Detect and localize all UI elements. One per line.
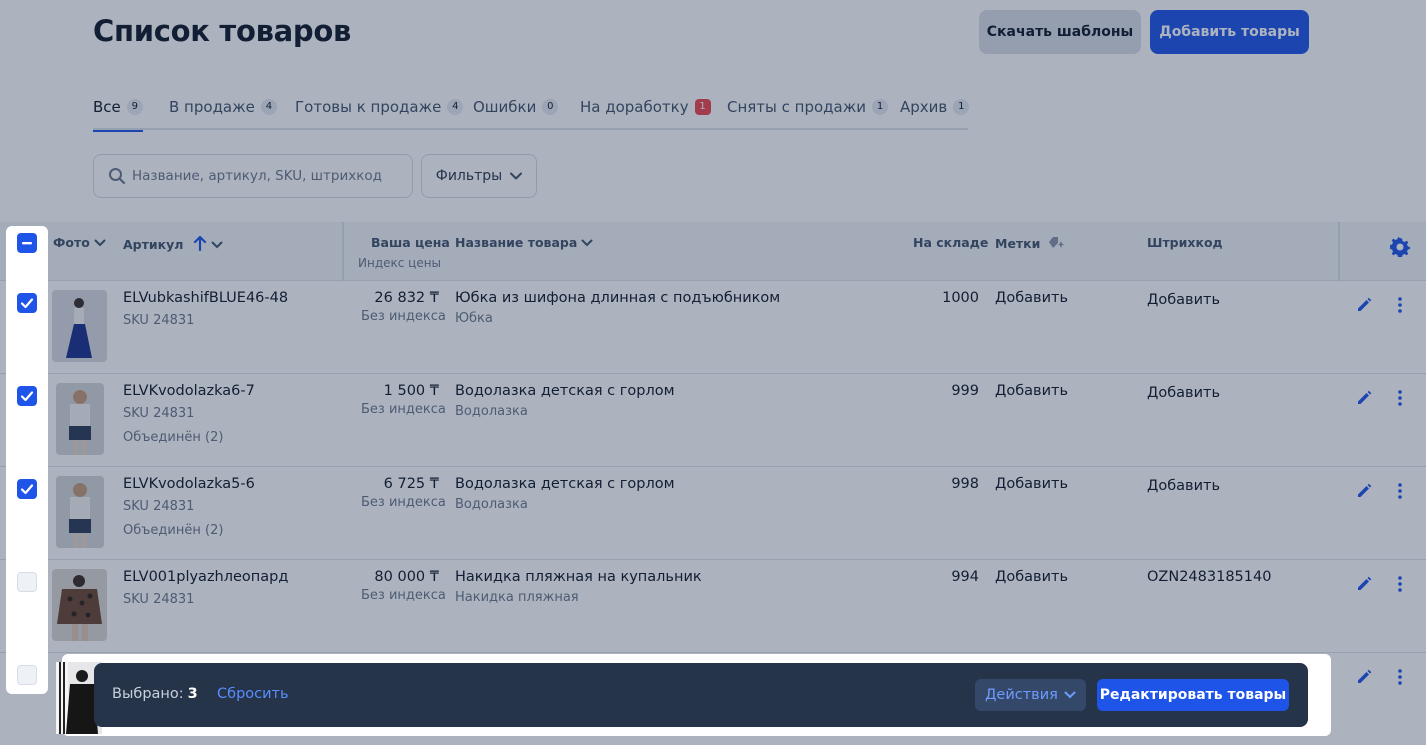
row-checkbox[interactable] [17,386,37,406]
row-checkbox[interactable] [17,479,37,499]
reset-selection-link[interactable]: Сбросить [217,686,289,702]
row-checkbox[interactable] [17,572,37,592]
dim-overlay [0,0,1426,745]
product-list-page: Список товаров Скачать шаблоны Добавить … [0,0,1426,745]
selected-count-text: Выбрано: 3 [112,686,198,702]
select-all-checkbox[interactable] [17,233,37,253]
actions-dropdown[interactable]: Действия [975,679,1086,711]
edit-products-button[interactable]: Редактировать товары [1097,679,1289,711]
selected-count: 3 [187,686,198,702]
row-checkbox[interactable] [17,665,37,685]
row-checkbox[interactable] [17,293,37,313]
actions-label: Действия [985,687,1058,703]
chevron-down-icon [1064,687,1076,703]
selected-label: Выбрано: [112,686,184,702]
